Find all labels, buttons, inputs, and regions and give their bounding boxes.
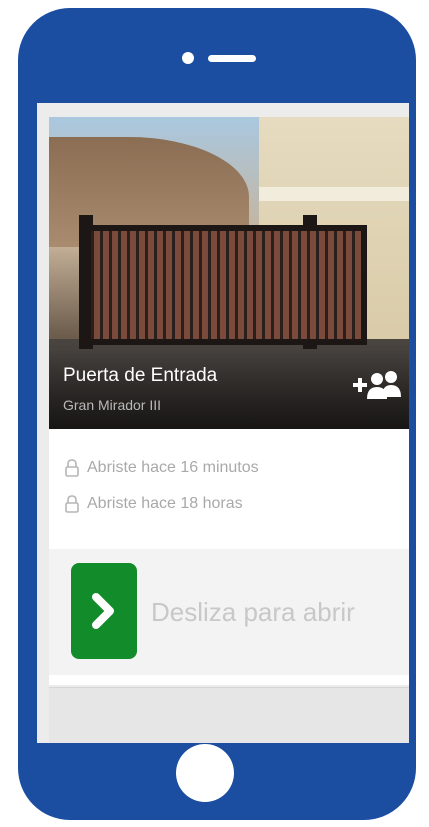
activity-item: Abriste hace 18 horas xyxy=(65,495,243,513)
phone-frame: Puerta de Entrada Gran Mirador III Abris… xyxy=(18,8,416,820)
chevron-right-icon xyxy=(92,593,114,629)
home-button[interactable] xyxy=(176,744,234,802)
lock-icon xyxy=(65,495,79,513)
slide-to-open[interactable]: Desliza para abrir xyxy=(49,549,409,675)
door-subtitle: Gran Mirador III xyxy=(63,397,162,413)
slide-handle[interactable] xyxy=(71,563,137,659)
earpiece-speaker xyxy=(208,55,256,62)
door-title: Puerta de Entrada xyxy=(63,365,218,386)
activity-text: Abriste hace 16 minutos xyxy=(87,459,259,476)
app-screen: Puerta de Entrada Gran Mirador III Abris… xyxy=(37,103,409,743)
photo-building-band xyxy=(259,187,409,201)
slide-label: Desliza para abrir xyxy=(151,597,355,627)
activity-item: Abriste hace 16 minutos xyxy=(65,459,259,477)
add-users-icon xyxy=(353,371,401,399)
front-camera xyxy=(182,52,194,64)
bottom-area xyxy=(49,687,409,743)
door-card: Abriste hace 16 minutos Abriste hace 18 … xyxy=(49,429,409,685)
lock-icon xyxy=(65,459,79,477)
gate-image xyxy=(85,225,367,345)
activity-text: Abriste hace 18 horas xyxy=(87,495,243,512)
add-users-button[interactable] xyxy=(351,367,403,405)
door-photo: Puerta de Entrada Gran Mirador III xyxy=(49,117,409,429)
